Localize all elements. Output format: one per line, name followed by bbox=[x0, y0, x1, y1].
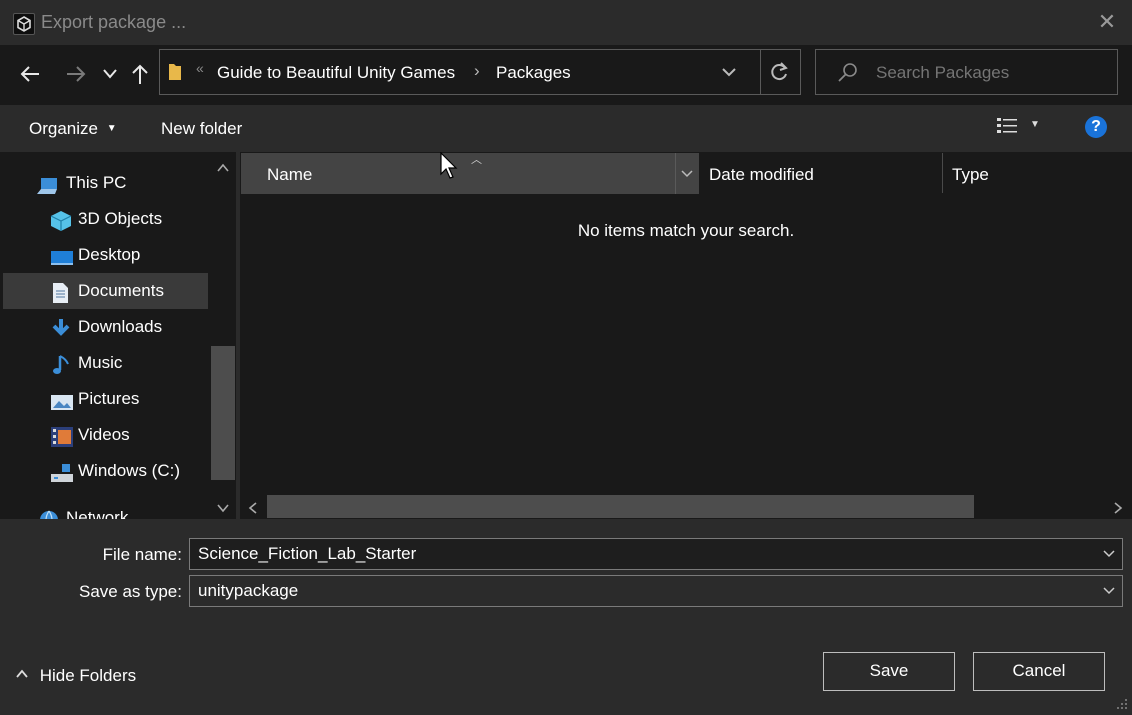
save-as-type-select[interactable]: unitypackage bbox=[189, 575, 1123, 607]
forward-arrow-icon[interactable] bbox=[62, 59, 90, 89]
save-as-type-dropdown-icon[interactable] bbox=[1100, 576, 1118, 606]
save-button[interactable]: Save bbox=[823, 652, 955, 691]
computer-icon bbox=[36, 173, 58, 194]
new-folder-button[interactable]: New folder bbox=[161, 119, 242, 139]
sidebar-item-label: Downloads bbox=[78, 317, 163, 336]
sort-ascending-icon: ︿ bbox=[471, 154, 482, 166]
help-icon[interactable]: ? bbox=[1085, 116, 1107, 138]
sidebar-item-videos[interactable]: Videos bbox=[0, 417, 210, 453]
chevron-down-icon[interactable] bbox=[100, 59, 120, 89]
column-header-type[interactable]: Type bbox=[952, 165, 989, 185]
column-header-label: Name bbox=[267, 165, 313, 184]
unity-icon bbox=[13, 13, 35, 35]
mouse-cursor-icon bbox=[440, 151, 460, 180]
view-options-icon[interactable] bbox=[996, 116, 1020, 138]
window-title: Export package ... bbox=[41, 12, 187, 32]
column-divider bbox=[675, 153, 676, 194]
column-filter-chevron-icon[interactable] bbox=[678, 161, 696, 185]
sidebar-item-label: Music bbox=[78, 353, 123, 372]
sidebar-item-label: Network bbox=[66, 508, 129, 519]
view-dropdown-icon[interactable]: ▼ bbox=[1030, 119, 1040, 130]
search-input[interactable] bbox=[874, 60, 1098, 86]
file-name-dropdown-icon[interactable] bbox=[1100, 539, 1118, 569]
organize-button[interactable]: Organize ▼ bbox=[29, 119, 117, 139]
folder-icon bbox=[168, 62, 182, 82]
breadcrumb-item-guide[interactable]: Guide to Beautiful Unity Games bbox=[217, 63, 455, 83]
sidebar-item-pictures[interactable]: Pictures bbox=[0, 381, 210, 417]
sidebar-item-downloads[interactable]: Downloads bbox=[0, 309, 210, 345]
sidebar-item-this-pc[interactable]: This PC bbox=[0, 165, 210, 201]
close-icon[interactable]: ✕ bbox=[1093, 6, 1121, 38]
sidebar-item-network[interactable]: Network bbox=[0, 500, 210, 519]
cube-icon bbox=[50, 209, 72, 231]
network-icon bbox=[37, 508, 59, 519]
save-as-type-value: unitypackage bbox=[198, 581, 299, 600]
pictures-icon bbox=[50, 389, 73, 410]
empty-message: No items match your search. bbox=[577, 221, 795, 240]
address-overflow[interactable]: « bbox=[196, 60, 204, 76]
sidebar-item-label: Videos bbox=[78, 425, 130, 444]
sidebar-item-3d-objects[interactable]: 3D Objects bbox=[0, 201, 210, 237]
sidebar-item-windows-c[interactable]: Windows (C:) bbox=[0, 453, 210, 489]
sidebar-scrollbar[interactable] bbox=[210, 152, 236, 519]
sidebar-item-label: Pictures bbox=[78, 389, 140, 408]
sidebar-scroll-thumb[interactable] bbox=[211, 346, 235, 480]
hide-folders-label: Hide Folders bbox=[39, 666, 137, 685]
download-icon bbox=[51, 317, 73, 337]
sidebar-item-label: 3D Objects bbox=[78, 209, 163, 228]
search-box[interactable] bbox=[815, 49, 1118, 95]
scroll-right-icon[interactable] bbox=[1111, 500, 1125, 514]
sidebar-item-documents[interactable]: Documents bbox=[3, 273, 208, 309]
resize-grip-icon[interactable] bbox=[1116, 695, 1128, 709]
organize-label: Organize bbox=[29, 119, 98, 138]
hide-folders-button[interactable]: Hide Folders bbox=[15, 666, 136, 686]
file-name-label: File name: bbox=[102, 545, 182, 564]
column-header-date-modified[interactable]: Date modified bbox=[709, 165, 814, 185]
search-icon bbox=[836, 61, 860, 85]
chevron-up-icon bbox=[15, 666, 31, 686]
address-dropdown-icon[interactable] bbox=[718, 58, 740, 86]
address-bar[interactable]: « Guide to Beautiful Unity Games › Packa… bbox=[159, 49, 801, 95]
desktop-icon bbox=[50, 245, 73, 265]
horizontal-scroll-thumb[interactable] bbox=[267, 495, 974, 518]
navigation-pane: This PC 3D Objects Desktop Documents Dow… bbox=[0, 152, 236, 519]
column-header-name[interactable]: Name ︿ bbox=[241, 153, 699, 194]
cancel-button[interactable]: Cancel bbox=[973, 652, 1105, 691]
address-divider bbox=[760, 50, 761, 94]
scroll-left-icon[interactable] bbox=[246, 500, 260, 514]
back-arrow-icon[interactable] bbox=[16, 59, 44, 89]
file-name-field[interactable]: Science_Fiction_Lab_Starter bbox=[189, 538, 1123, 570]
sidebar-item-music[interactable]: Music bbox=[0, 345, 210, 381]
save-as-type-label: Save as type: bbox=[78, 582, 182, 601]
sidebar-item-label: Documents bbox=[78, 281, 164, 300]
document-icon bbox=[50, 281, 72, 303]
drive-icon bbox=[50, 461, 73, 482]
scroll-down-icon[interactable] bbox=[216, 500, 230, 514]
horizontal-scrollbar[interactable] bbox=[240, 494, 1132, 519]
sidebar-item-desktop[interactable]: Desktop bbox=[0, 237, 210, 273]
refresh-icon[interactable] bbox=[765, 58, 793, 86]
breadcrumb-separator: › bbox=[474, 61, 480, 80]
sidebar-item-label: Desktop bbox=[78, 245, 141, 264]
scroll-up-icon[interactable] bbox=[216, 160, 230, 174]
title-bar: Export package ... ✕ bbox=[0, 0, 1132, 45]
up-arrow-icon[interactable] bbox=[128, 59, 152, 89]
sidebar-item-label: Windows (C:) bbox=[78, 461, 181, 480]
file-name-value: Science_Fiction_Lab_Starter bbox=[198, 544, 417, 563]
breadcrumb-item-packages[interactable]: Packages bbox=[496, 63, 571, 83]
music-icon bbox=[52, 353, 74, 374]
organize-dropdown-icon: ▼ bbox=[106, 123, 117, 134]
column-divider bbox=[942, 153, 943, 193]
videos-icon bbox=[50, 425, 73, 447]
file-list bbox=[240, 152, 1132, 519]
sidebar-item-label: This PC bbox=[66, 173, 127, 192]
